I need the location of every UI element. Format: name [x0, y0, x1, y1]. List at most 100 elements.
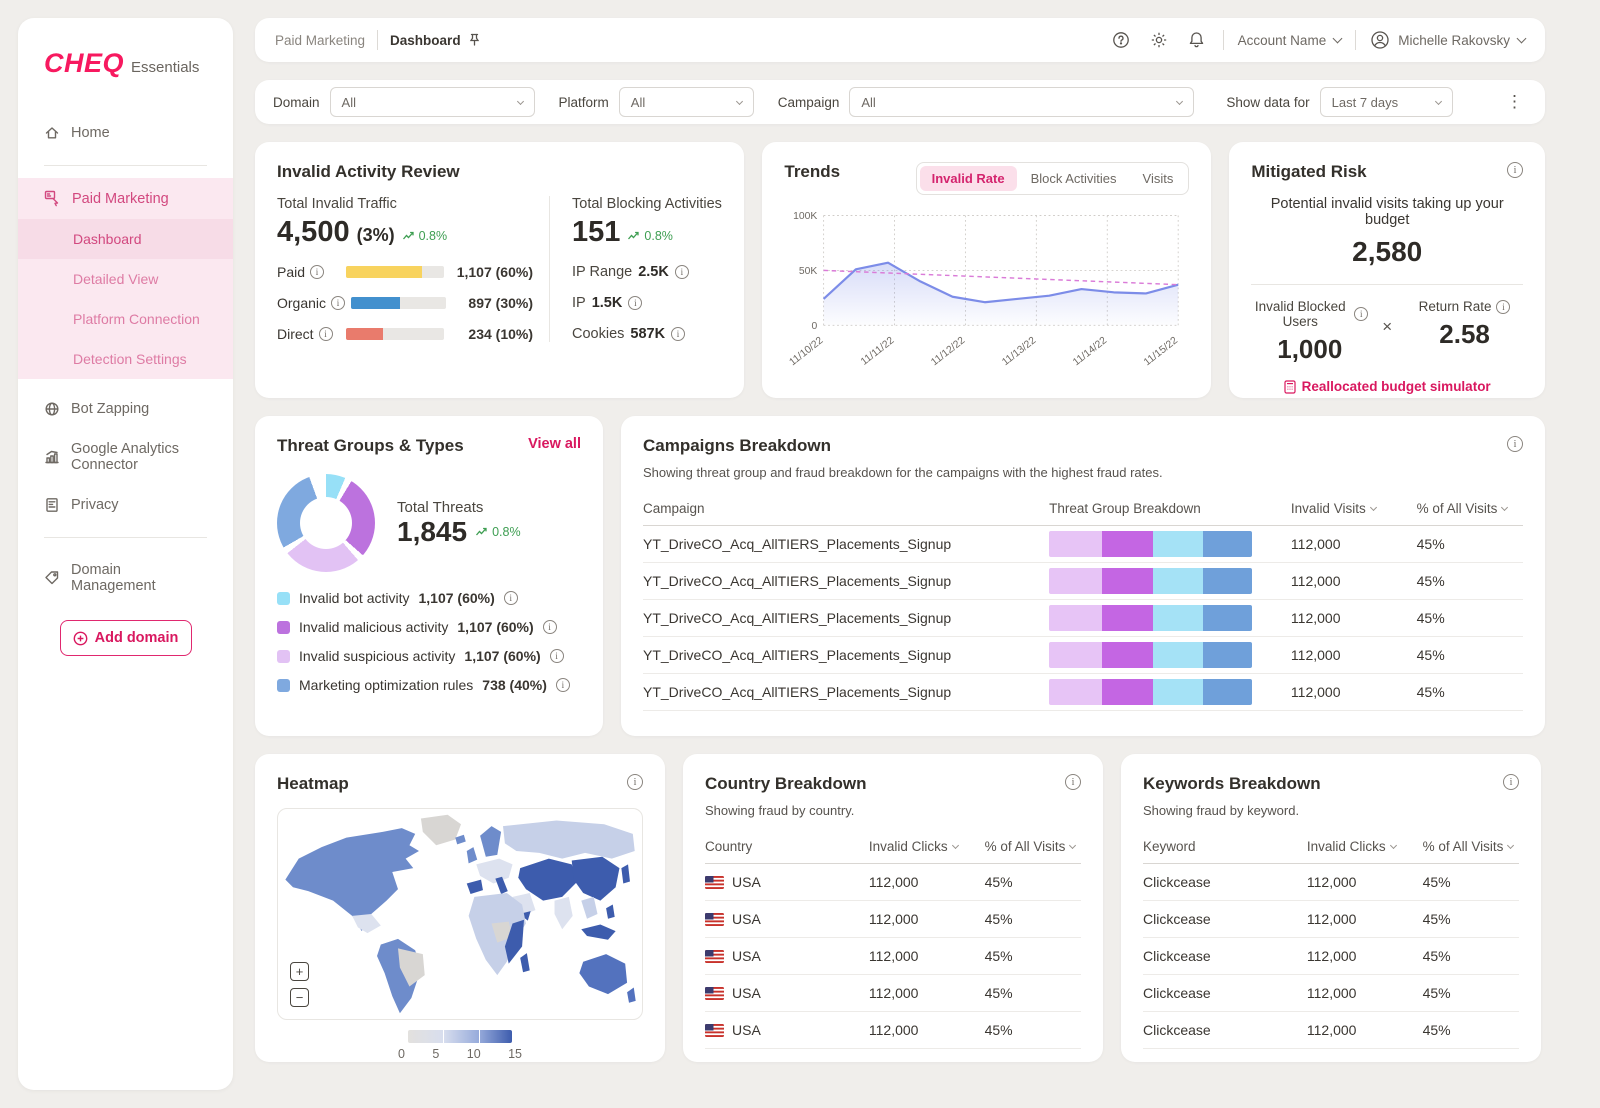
sidebar-item-detailed-view[interactable]: Detailed View: [18, 259, 233, 299]
info-icon[interactable]: [503, 591, 518, 605]
svg-text:100K: 100K: [794, 211, 818, 222]
period-select[interactable]: Last 7 days: [1319, 87, 1453, 117]
user-icon: [1371, 31, 1389, 49]
col-header-invalid-clicks[interactable]: Invalid Clicks: [869, 839, 985, 854]
blocking-label: IP: [572, 295, 586, 311]
period-select-value: Last 7 days: [1331, 94, 1399, 110]
sidebar-item-bot-zapping[interactable]: Bot Zapping: [18, 389, 233, 429]
col-header-pct-visits[interactable]: % of All Visits: [1423, 839, 1519, 854]
budget-simulator-link[interactable]: Reallocated budget simulator: [1284, 379, 1491, 394]
brand-logo: CHEQ Essentials: [18, 48, 233, 79]
info-icon[interactable]: [1507, 162, 1523, 178]
bar-label: Paid: [277, 264, 306, 280]
breadcrumb-paid-marketing[interactable]: Paid Marketing: [275, 33, 365, 48]
info-icon[interactable]: [1503, 774, 1519, 790]
legend-tick: 15: [508, 1047, 522, 1061]
zoom-out-button[interactable]: −: [290, 988, 309, 1007]
pin-icon[interactable]: [468, 33, 481, 47]
add-domain-label: Add domain: [94, 630, 179, 646]
sidebar-item-privacy[interactable]: Privacy: [18, 485, 233, 525]
svg-text:11/13/22: 11/13/22: [1001, 335, 1039, 368]
sidebar-item-paid-marketing[interactable]: Paid Marketing: [18, 178, 233, 219]
threats-legend: Invalid bot activity 1,107 (60%) Invalid…: [277, 590, 581, 693]
sidebar-item-home[interactable]: Home: [18, 113, 233, 153]
country-name: USA: [732, 948, 761, 964]
invalid-visits-value: 112,000: [1290, 647, 1341, 663]
info-icon[interactable]: [628, 296, 643, 310]
tab-invalid-rate[interactable]: Invalid Rate: [919, 166, 1017, 191]
bell-icon[interactable]: [1185, 28, 1209, 52]
world-map[interactable]: + −: [277, 808, 643, 1020]
table-row: USA 112,000 45%: [705, 975, 1081, 1012]
sidebar-item-dashboard[interactable]: Dashboard: [18, 219, 233, 259]
total-threats-label: Total Threats: [397, 498, 484, 516]
user-menu[interactable]: Michelle Rakovsky: [1370, 30, 1527, 50]
show-data-for-label: Show data for: [1226, 94, 1310, 110]
invalid-visits-value: 112,000: [1290, 684, 1341, 700]
info-icon[interactable]: [549, 649, 564, 663]
pct-visits-value: 45%: [984, 874, 1013, 890]
bar-fill: [345, 328, 384, 340]
zoom-in-button[interactable]: +: [290, 962, 309, 981]
tab-block-activities[interactable]: Block Activities: [1019, 166, 1129, 191]
campaign-select[interactable]: All: [849, 87, 1195, 117]
delta-value: 0.8%: [644, 229, 673, 243]
sidebar-item-detection-settings[interactable]: Detection Settings: [18, 339, 233, 379]
col-header-invalid-visits[interactable]: Invalid Visits: [1291, 501, 1417, 516]
col-header-pct-visits[interactable]: % of All Visits: [985, 839, 1081, 854]
gear-icon[interactable]: [1147, 28, 1171, 52]
info-icon[interactable]: [331, 296, 346, 310]
more-options-icon[interactable]: ⋮: [1502, 92, 1527, 112]
brand-name: CHEQ: [44, 48, 125, 78]
risk-col-value: 1,000: [1277, 334, 1343, 364]
pct-visits-value: 45%: [984, 948, 1013, 964]
top-bar: Paid Marketing Dashboard Account Name Mi…: [255, 18, 1545, 62]
sidebar-item-ga-connector[interactable]: Google Analytics Connector: [18, 429, 233, 485]
tab-visits[interactable]: Visits: [1131, 166, 1186, 191]
sidebar-item-platform-connection[interactable]: Platform Connection: [18, 299, 233, 339]
view-all-link[interactable]: View all: [528, 436, 581, 452]
info-icon[interactable]: [671, 327, 686, 341]
add-domain-button[interactable]: Add domain: [59, 620, 192, 656]
sidebar-item-domain-management[interactable]: Domain Management: [18, 550, 233, 606]
threat-stacked-bar: [1049, 605, 1253, 631]
pct-visits-value: 45%: [1416, 536, 1445, 552]
mitigated-risk-card: Mitigated Risk Potential invalid visits …: [1229, 142, 1545, 398]
platform-select[interactable]: All: [618, 87, 754, 117]
sidebar-item-label: Privacy: [71, 497, 119, 513]
page-title: Dashboard: [390, 32, 461, 48]
account-selector[interactable]: Account Name: [1238, 33, 1343, 48]
table-row: USA 112,000 45%: [705, 938, 1081, 975]
info-icon[interactable]: [674, 265, 689, 279]
info-icon[interactable]: [542, 620, 557, 634]
info-icon[interactable]: [555, 678, 570, 692]
risk-col-label: Return Rate: [1418, 299, 1492, 314]
traffic-bar-direct: Direct 234 (10%): [277, 326, 533, 342]
info-icon[interactable]: [1507, 436, 1523, 452]
info-icon[interactable]: [1065, 774, 1081, 790]
keyword-name: Clickcease: [1143, 985, 1211, 1001]
info-icon[interactable]: [1354, 307, 1369, 321]
col-header-invalid-clicks[interactable]: Invalid Clicks: [1307, 839, 1423, 854]
blocking-value: 587K: [630, 326, 666, 342]
globe-icon: [45, 402, 59, 416]
campaigns-table: Campaign Threat Group Breakdown Invalid …: [643, 494, 1523, 711]
help-icon[interactable]: [1109, 28, 1133, 52]
total-blocking-label: Total Blocking Activities: [572, 196, 722, 212]
col-header-pct-visits[interactable]: % of All Visits: [1417, 501, 1523, 516]
col-header-threat-breakdown: Threat Group Breakdown: [1049, 501, 1201, 516]
domain-select[interactable]: All: [329, 87, 535, 117]
bar-value: 897 (30%): [468, 295, 533, 311]
info-icon[interactable]: [1496, 299, 1511, 314]
campaign-name: YT_DriveCO_Acq_AllTIERS_Placements_Signu…: [643, 647, 952, 663]
info-icon[interactable]: [310, 265, 325, 279]
legend-item: Invalid bot activity 1,107 (60%): [277, 590, 581, 606]
blocking-value: 1.5K: [591, 295, 623, 311]
keywords-card: Keywords Breakdown Showing fraud by keyw…: [1121, 754, 1541, 1062]
total-invalid-traffic-label: Total Invalid Traffic: [277, 196, 397, 212]
campaign-name: YT_DriveCO_Acq_AllTIERS_Placements_Signu…: [643, 684, 952, 700]
table-row: USA 112,000 45%: [705, 864, 1081, 901]
info-icon[interactable]: [318, 327, 333, 341]
bar-fill: [345, 266, 423, 278]
info-icon[interactable]: [627, 774, 643, 790]
